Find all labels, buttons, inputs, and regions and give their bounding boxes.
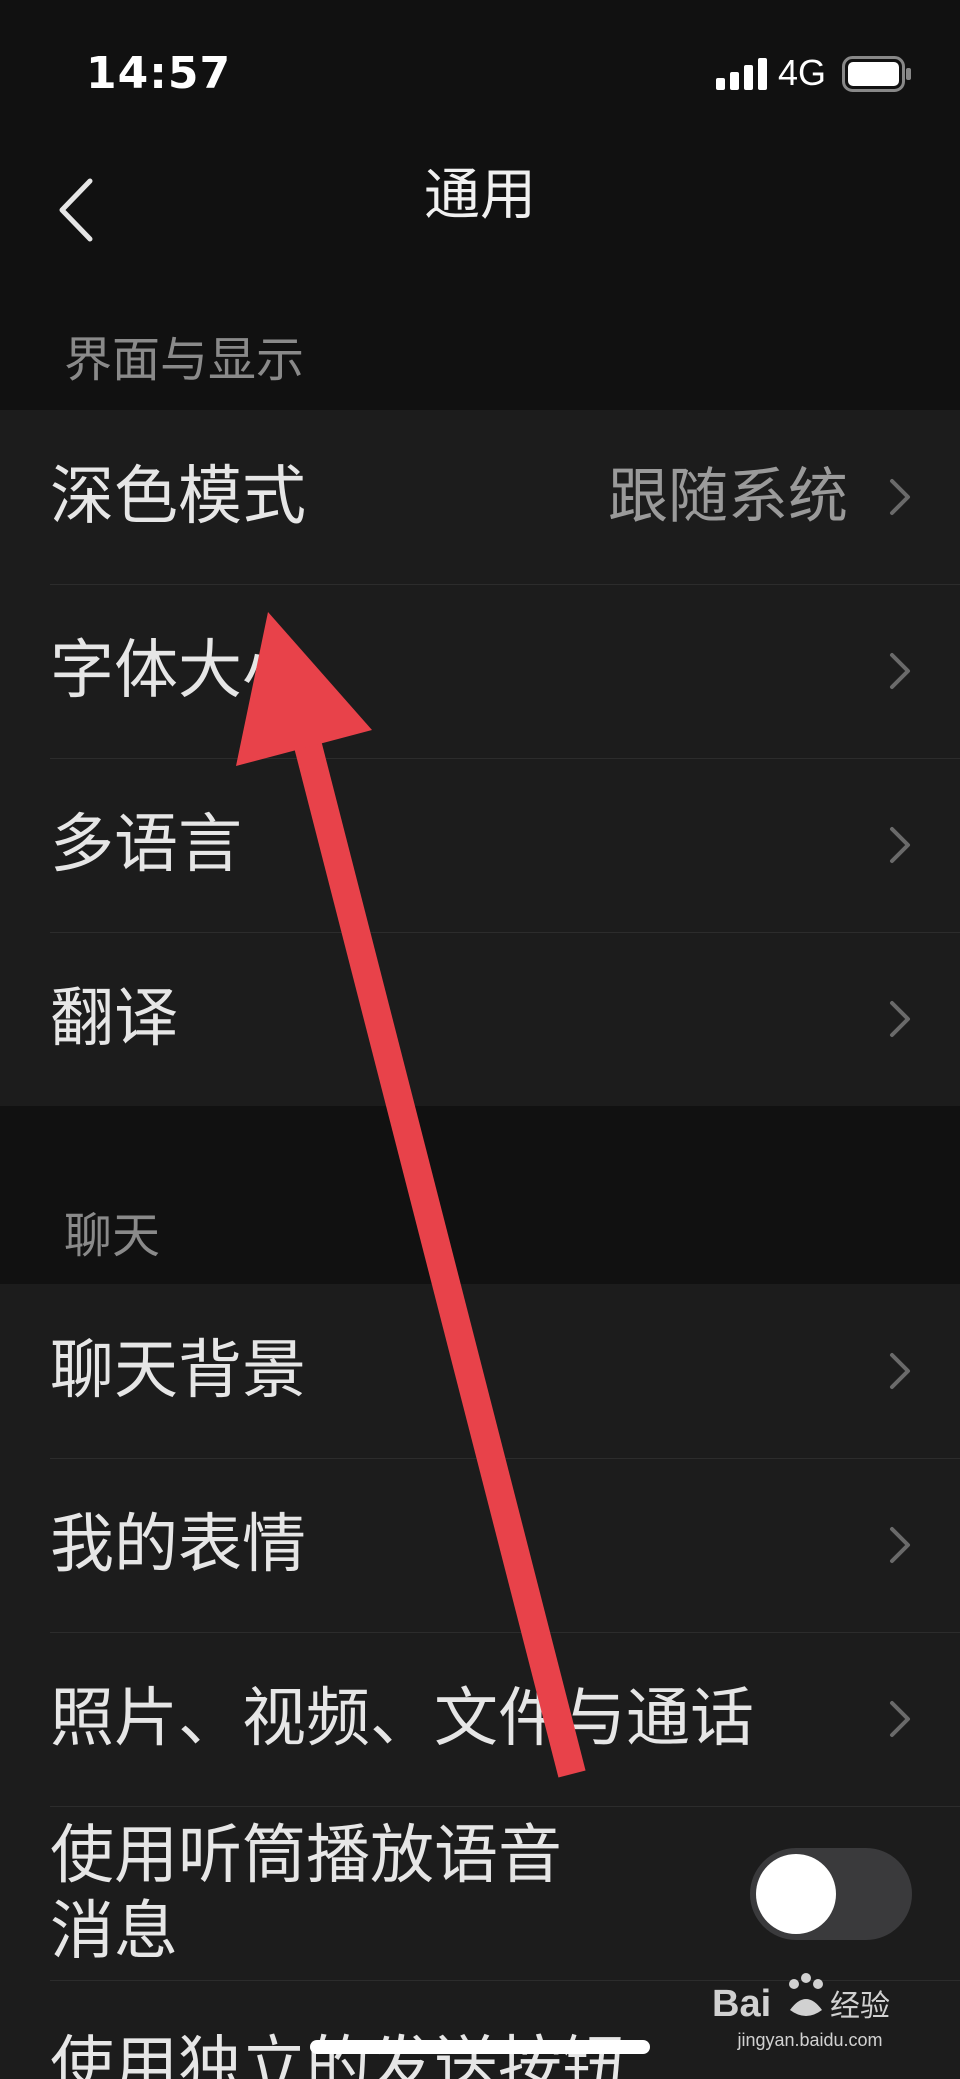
section-header-display: 界面与显示	[64, 332, 305, 388]
page-title: 通用	[424, 163, 536, 228]
section-header-chat: 聊天	[64, 1208, 161, 1264]
settings-item-label: 深色模式	[50, 460, 306, 534]
chevron-right-icon	[890, 1701, 910, 1737]
signal-icon	[716, 58, 767, 90]
settings-item-value: 跟随系统	[608, 462, 848, 532]
settings-item-label: 多语言	[50, 808, 242, 882]
settings-item-media-files-calls[interactable]: 照片、视频、文件与通话	[0, 1632, 960, 1806]
settings-item-label: 使用听筒播放语音消息	[50, 1819, 562, 1969]
settings-item-dark-mode[interactable]: 深色模式 跟随系统	[0, 410, 960, 584]
home-indicator	[310, 2040, 650, 2054]
chevron-right-icon	[890, 479, 910, 515]
network-label: 4G	[778, 52, 827, 93]
earpiece-toggle[interactable]	[750, 1848, 912, 1940]
settings-item-earpiece-playback: 使用听筒播放语音消息	[0, 1806, 960, 1980]
settings-item-label: 字体大小	[50, 634, 306, 708]
settings-item-chat-background[interactable]: 聊天背景	[0, 1284, 960, 1458]
settings-item-translate[interactable]: 翻译	[0, 932, 960, 1106]
battery-icon	[842, 56, 911, 92]
svg-text:经验: 经验	[830, 1989, 890, 2024]
settings-item-label: 使用独立的发送按钮	[50, 2030, 626, 2079]
settings-item-label: 我的表情	[50, 1508, 306, 1582]
chevron-right-icon	[890, 653, 910, 689]
svg-text:Bai: Bai	[712, 1983, 771, 2025]
settings-item-language[interactable]: 多语言	[0, 758, 960, 932]
chevron-right-icon	[890, 1527, 910, 1563]
settings-item-label: 翻译	[50, 982, 178, 1056]
status-time: 14:57	[86, 48, 232, 99]
chevron-right-icon	[890, 1001, 910, 1037]
settings-item-label: 聊天背景	[50, 1334, 306, 1408]
watermark-url: jingyan.baidu.com	[737, 2030, 883, 2050]
settings-item-my-stickers[interactable]: 我的表情	[0, 1458, 960, 1632]
settings-item-label: 照片、视频、文件与通话	[50, 1682, 754, 1756]
nav-bar: 通用	[0, 150, 960, 300]
chevron-right-icon	[890, 827, 910, 863]
toggle-knob	[756, 1854, 836, 1934]
baidu-jingyan-watermark: Bai 经验 jingyan.baidu.com	[710, 1970, 910, 2060]
settings-screen: 14:57 4G 通用 界面与显示 深色模式 跟随系统 字体大小 多语言 翻译 …	[0, 0, 960, 2079]
chevron-right-icon	[890, 1353, 910, 1389]
settings-group-display: 深色模式 跟随系统 字体大小 多语言 翻译	[0, 410, 960, 1106]
status-bar: 14:57 4G	[0, 0, 960, 150]
settings-group-chat: 聊天背景 我的表情 照片、视频、文件与通话 使用听筒播放语音消息 使用独立的发送…	[0, 1284, 960, 2079]
baidu-logo-icon: Bai 经验	[712, 1973, 890, 2025]
settings-item-font-size[interactable]: 字体大小	[0, 584, 960, 758]
